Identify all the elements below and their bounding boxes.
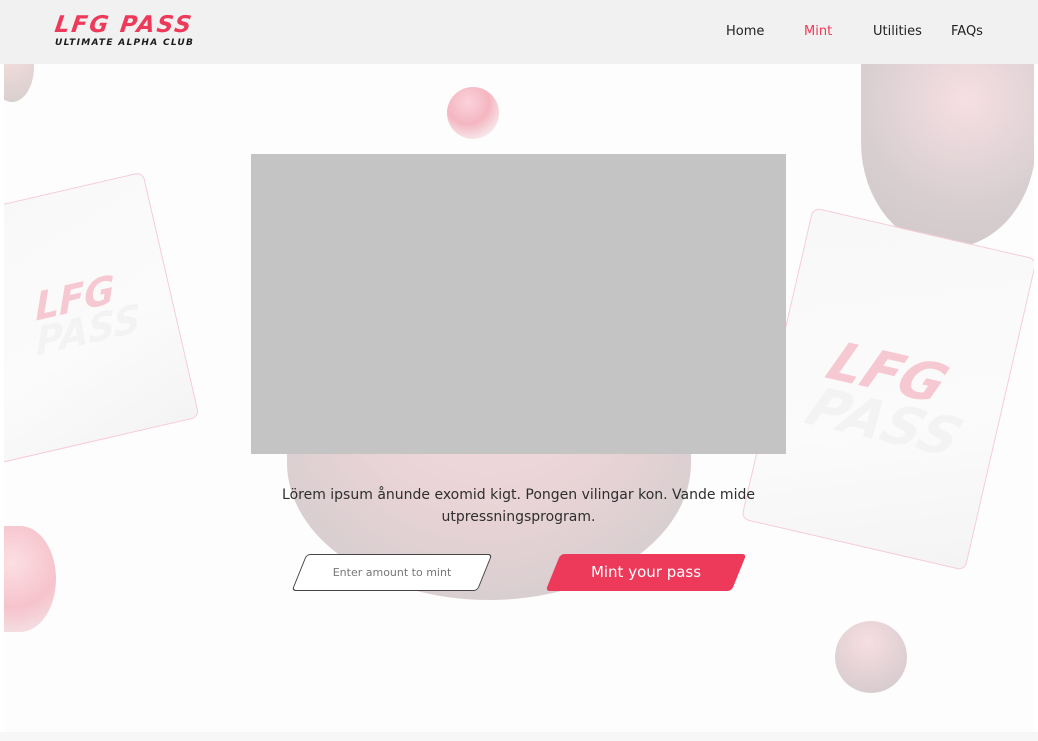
amount-field[interactable] [291, 554, 493, 592]
nav-item-mint[interactable]: Mint [804, 24, 832, 39]
pass-card-left: LFG PASS [4, 171, 200, 465]
mint-button-label: Mint your pass [590, 563, 702, 581]
amount-input[interactable] [311, 554, 473, 591]
media-placeholder [251, 154, 786, 454]
footer-divider [0, 732, 1038, 741]
main-nav: Home Mint Utilities FAQs [0, 24, 1038, 44]
decorative-sphere [4, 64, 34, 102]
nav-item-utilities[interactable]: Utilities [873, 24, 922, 39]
top-navbar: LFG PASS ULTIMATE ALPHA CLUB Home Mint U… [0, 0, 1038, 64]
decorative-sphere [861, 64, 1034, 248]
mint-button[interactable]: Mint your pass [545, 554, 747, 591]
decorative-sphere [835, 621, 907, 693]
mint-section: LFG PASS LFG PASS Lörem ipsum ånunde exo… [4, 64, 1034, 732]
decorative-sphere [4, 526, 56, 632]
decorative-sphere [447, 87, 499, 139]
mint-description: Lörem ipsum ånunde exomid kigt. Pongen v… [282, 487, 755, 525]
nav-item-faqs[interactable]: FAQs [951, 24, 983, 39]
nav-item-home[interactable]: Home [726, 24, 764, 39]
card-right-line2: PASS [796, 375, 973, 469]
